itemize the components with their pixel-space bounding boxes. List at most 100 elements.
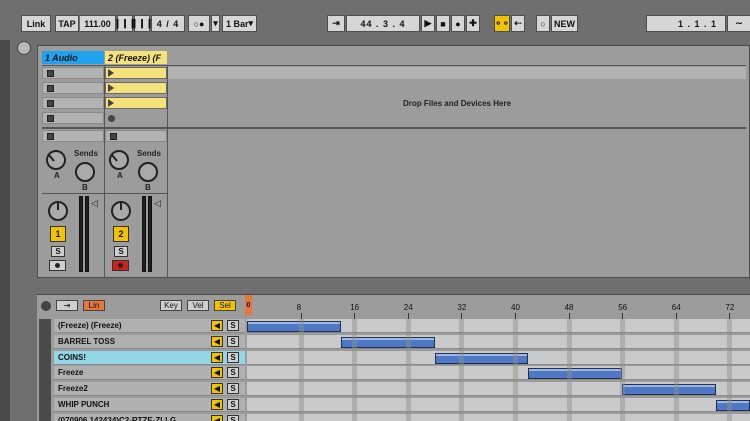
arrangement-clip[interactable] <box>528 368 623 380</box>
new-button[interactable]: NEW <box>551 15 578 32</box>
clip-slot-filled[interactable] <box>105 82 167 94</box>
play-icon[interactable]: ▶ <box>421 15 435 32</box>
solo-button[interactable]: S <box>227 383 239 395</box>
volume-slider-icon[interactable]: ◁ <box>91 198 98 209</box>
ruler-tick-label: 32 <box>457 303 467 312</box>
overdub-icon[interactable]: ✚ <box>466 15 480 32</box>
send-a-label: A <box>117 171 123 180</box>
follow-arrow-icon[interactable]: ⇥ <box>327 15 345 32</box>
clip-slot[interactable] <box>42 97 104 109</box>
tempo-field[interactable]: 111.00 <box>80 15 116 32</box>
send-b-knob[interactable] <box>75 162 95 182</box>
grid-line <box>459 319 465 421</box>
solo-button[interactable]: S <box>227 320 239 331</box>
solo-button[interactable]: S <box>227 367 239 379</box>
key-button[interactable]: Key <box>160 300 182 311</box>
track-name: BARREL TOSS <box>58 336 116 346</box>
tap-tempo-button[interactable]: TAP <box>55 15 79 32</box>
stop-icon <box>47 115 54 122</box>
metronome-menu-icon[interactable]: ▾ <box>211 15 220 32</box>
record-icon[interactable]: ● <box>451 15 465 32</box>
clip-slot-filled[interactable] <box>105 97 167 109</box>
quantize-select[interactable]: 1 Bar ▾ <box>222 15 257 32</box>
clip-slot[interactable] <box>42 82 104 94</box>
nudge-up-icon[interactable]: ❙❙❙ <box>131 15 153 32</box>
arrangement-view: ⇥ Lin Key Vel Sel 0 8 16 24 32 40 48 56 64 72 (F… <box>37 294 750 421</box>
sends-label: Sends <box>74 149 99 158</box>
stop-icon <box>47 100 54 107</box>
speaker-icon[interactable]: ◀ <box>211 335 223 347</box>
track-activator-1[interactable]: 1 <box>50 226 66 242</box>
level-meter <box>148 196 152 272</box>
clip-toggle-icon[interactable] <box>41 301 51 311</box>
grid-line <box>620 319 626 421</box>
ruler-tick-label: 24 <box>403 303 413 312</box>
browser-toggle-icon[interactable] <box>17 41 31 55</box>
play-icon <box>108 84 114 92</box>
back-to-arrangement-icon[interactable]: ⇠ <box>511 15 525 32</box>
clip-slot[interactable] <box>42 112 104 124</box>
track-name: Freeze2 <box>58 384 88 394</box>
drop-files-zone[interactable]: Drop Files and Devices Here <box>168 81 746 126</box>
punch-icon[interactable]: ○ <box>536 15 550 32</box>
track-name: WHIP PUNCH <box>58 400 110 409</box>
solo-button[interactable]: S <box>227 414 239 421</box>
stop-icon <box>110 133 117 140</box>
stop-clips-button[interactable] <box>42 130 104 142</box>
speaker-icon[interactable]: ◀ <box>211 383 223 395</box>
loop-curve-icon[interactable]: ∼ <box>727 15 750 32</box>
link-button[interactable]: Link <box>21 15 51 32</box>
solo-button[interactable]: S <box>114 246 128 257</box>
speaker-icon[interactable]: ◀ <box>211 399 223 410</box>
chevron-down-icon: ▾ <box>248 18 254 28</box>
solo-button[interactable]: S <box>227 351 239 363</box>
track-name: COINS! <box>58 352 86 362</box>
automation-arm-icon[interactable]: ⚬⚬ <box>494 15 510 32</box>
volume-slider-icon[interactable]: ◁ <box>154 198 161 209</box>
speaker-icon[interactable]: ◀ <box>211 414 223 421</box>
speaker-icon[interactable]: ◀ <box>211 367 223 379</box>
speaker-icon[interactable]: ◀ <box>211 351 223 363</box>
track-header-freeze[interactable]: 2 (Freeze) (F <box>105 51 167 64</box>
scroll-strip[interactable] <box>39 319 51 421</box>
transport-bar: Link TAP 111.00 ❙❙❙ ❙❙❙ 4 / 4 ○● ▾ 1 Bar… <box>0 0 750 40</box>
track-header-audio[interactable]: 1 Audio <box>42 51 104 64</box>
clip-slot-filled[interactable] <box>105 67 167 79</box>
arm-dot-icon <box>118 263 123 268</box>
send-b-label: B <box>145 183 151 192</box>
level-meter <box>142 196 146 272</box>
quantize-value: 1 Bar <box>226 18 249 29</box>
grid-line <box>298 319 304 421</box>
arm-button[interactable] <box>49 260 66 271</box>
section-divider <box>42 127 746 129</box>
track-name: Freeze <box>58 368 84 378</box>
stop-clips-button[interactable] <box>105 130 167 142</box>
ruler-tick-label: 64 <box>671 303 681 312</box>
arrangement-clip[interactable] <box>716 400 750 411</box>
metronome-button[interactable]: ○● <box>188 15 210 32</box>
stop-icon[interactable]: ■ <box>436 15 450 32</box>
speaker-icon[interactable]: ◀ <box>211 320 223 331</box>
sel-button[interactable]: Sel <box>214 300 236 311</box>
song-position-field[interactable]: 44 . 3 . 4 <box>346 15 420 32</box>
send-b-knob[interactable] <box>138 162 158 182</box>
grid-line <box>352 319 358 421</box>
solo-button[interactable]: S <box>227 399 239 410</box>
clip-slot[interactable] <box>42 67 104 79</box>
session-view: 1 Audio 2 (Freeze) (F Drop Files and Dev… <box>37 45 750 278</box>
grid-line <box>566 319 572 421</box>
arrangement-clip[interactable] <box>247 321 341 332</box>
vel-button[interactable]: Vel <box>187 300 209 311</box>
solo-button[interactable]: S <box>51 246 65 257</box>
record-slot-icon[interactable] <box>108 115 115 122</box>
ruler-tick-label: 16 <box>350 303 360 312</box>
arrangement-clip[interactable] <box>622 384 716 396</box>
solo-button[interactable]: S <box>227 335 239 347</box>
lin-button[interactable]: Lin <box>83 300 105 311</box>
loop-start-field[interactable]: 1 . 1 . 1 <box>646 15 726 32</box>
time-signature-field[interactable]: 4 / 4 <box>151 15 185 32</box>
follow-button[interactable]: ⇥ <box>56 300 78 311</box>
playhead-marker[interactable]: 0 <box>245 295 252 315</box>
arm-button-active[interactable] <box>112 260 129 271</box>
track-activator-2[interactable]: 2 <box>113 226 129 242</box>
